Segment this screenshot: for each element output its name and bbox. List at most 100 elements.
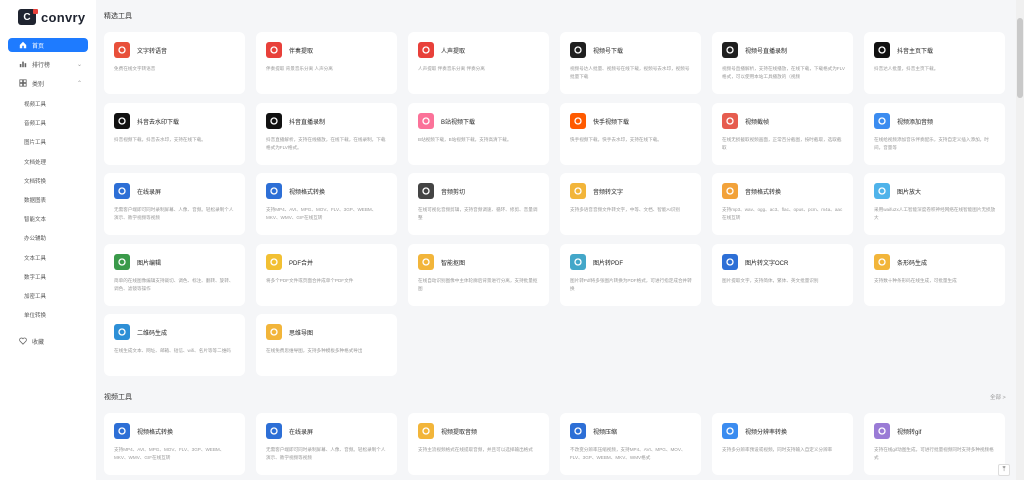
tool-card-description: 伴奏提取 背景音乐分离 人声分离 [266, 66, 333, 71]
ranking-icon [18, 60, 27, 69]
kuaishou-icon [570, 112, 586, 129]
nav-favorites-label: 收藏 [32, 339, 45, 346]
sidebar-subitem[interactable]: 数据图表 [24, 196, 46, 206]
tool-card-description: 将多个PDF文件或页面合并成单个PDF文件 [266, 277, 354, 283]
tool-card[interactable]: 在线录屏 无需客户端即可同时录制屏幕、人像、音频。轻松录制个人演示、教学视频等视频 [104, 173, 245, 235]
tool-card[interactable]: 音频转文字 支持多语音音频文件转文字，中等、文档、智能AI识别 [560, 173, 701, 235]
tool-card[interactable]: 图片放大 采用waifu2x人工智能深度卷积神经网络在线智能图片无损放大 [864, 173, 1005, 235]
tool-card[interactable]: 音频格式转换支持mp3、wav、ogg、ac3、flac、opus、pcm、m4… [712, 173, 853, 235]
chevron-up-icon: ⌃ [76, 80, 82, 87]
tool-card[interactable]: 抖音去水印下载抖音视频下载，抖音去水印，支持在线下载。 [104, 102, 245, 165]
tool-card[interactable]: 快手视频下载 快手视频下载，快手去水印，支持在线下载。 [560, 102, 701, 165]
tool-card[interactable]: 视频格式转换 支持MP4、AVI、MPG、MOV、FLV、3GP、WEBM、MKV… [104, 413, 245, 475]
bilibili-icon [418, 112, 434, 129]
tool-card[interactable]: 思维导图在线免费思维导图，支持多种模板多种格式导出 [256, 314, 397, 376]
tool-card-title: 音频转文字 [593, 190, 624, 196]
tool-card[interactable]: 在线录屏 无需客户端即可同时录制屏幕、人像、音频。轻松录制个人演示、教学视频等视频 [256, 413, 397, 475]
tool-card-description: 图片转Pdf将多张图片转换为PDF格式，可进行指定成合并转换 [570, 277, 692, 291]
tool-card[interactable]: 视频号直播录制 视频号直播解析，支持在线播放，在线下载，下载格式为FLV格式，可以… [712, 32, 853, 94]
gif-icon [874, 423, 890, 439]
section-title-featured: 精选工具 [104, 13, 132, 20]
sidebar-subitem[interactable]: 加密工具 [24, 292, 46, 302]
tool-card[interactable]: 人声提取 人声提取 伴奏音乐分离 伴奏分离 [408, 32, 549, 94]
sidebar-subitem[interactable]: 文档转换 [24, 177, 46, 187]
tool-card[interactable]: 图片转文字OCR 图片提取文字，支持简体，繁体、英文批量识别 [712, 243, 853, 306]
sidebar: C convry 首页 排行榜 ⌄ 类别 ⌃ 视频工具音频工具图片工具文档处理文… [0, 0, 96, 480]
tool-card[interactable]: 视频添加音频 在线给视频添加音乐伴奏配乐，支持自定义插入添加，时间，音量等 [864, 102, 1005, 165]
tool-card-description: 简单的在线图像编辑支持裁切、调色、标注、翻转、旋转、调色、滤镜等操作 [114, 277, 234, 291]
nav-category-label: 类别 [32, 81, 45, 88]
sidebar-subitem[interactable]: 文档处理 [24, 158, 46, 168]
nav-ranking[interactable]: 排行榜 ⌄ [8, 57, 88, 71]
tool-card-title: 视频压缩 [593, 430, 618, 436]
tool-card[interactable]: 智能抠图 在线自动识别图像中主体轮廓后背景进行分离，支持批量抠图 [408, 243, 549, 306]
tool-card[interactable]: 视频转gif 支持在线gif动图生成，可进行批量视频同时支持多种视频格式 [864, 413, 1005, 475]
tiktok-icon [266, 112, 282, 129]
sidebar-subitem[interactable]: 视频工具 [24, 100, 46, 110]
tool-card[interactable]: 抖音直播录制 抖音直播解析，支持在线播放，在线下载，在线录制，下载格式为FLV格式… [256, 102, 397, 165]
nav-ranking-label: 排行榜 [32, 62, 51, 69]
tool-card-description: 支持mp3、wav、ogg、ac3、flac、opus、pcm、m4a、aac在… [722, 207, 843, 220]
tool-card[interactable]: 图片转PDF 图片转Pdf将多张图片转换为PDF格式，可进行指定成合并转换 [560, 243, 701, 306]
tool-card-description: 支持MP4、AVI、MPG、MOV、FLV、3GP、WEBM、MKV、WMV、G… [266, 207, 377, 220]
tool-card[interactable]: 视频截帧 在线无损截取视频画面，正常百分截图，按时截取，选取截取 [712, 102, 853, 165]
video-compress-icon [570, 423, 586, 439]
tool-card-title: 思维导图 [289, 331, 314, 337]
tool-card[interactable]: 图片编辑 简单的在线图像编辑支持裁切、调色、标注、翻转、旋转、调色、滤镜等操作 [104, 243, 245, 306]
tool-card-description: 图片提取文字，支持简体，繁体、英文批量识别 [722, 277, 819, 283]
tool-card[interactable]: 伴奏提取 伴奏提取 背景音乐分离 人声分离 [256, 32, 397, 94]
tool-card[interactable]: 文字转语音 免费在线文字转语音 [104, 32, 245, 94]
sidebar-subitem[interactable]: 数字工具 [24, 273, 46, 283]
logo[interactable]: C convry [18, 8, 85, 26]
tool-card-description: 在线免费思维导图，支持多种模板多种格式导出 [266, 348, 363, 353]
tool-card[interactable]: 视频号下载 视频号达人批量、视频号在线下载，视频号去水印，视频号批量下载 [560, 32, 701, 94]
tool-card[interactable]: 二维码生成在线生成文本、网址、邮箱、短信、wifi、名片等等二维码 [104, 314, 245, 376]
tool-card-title: 视频分辨率转换 [745, 430, 788, 436]
scrollbar[interactable] [1016, 0, 1024, 480]
tool-card-title: 二维码生成 [137, 331, 168, 337]
tool-card[interactable]: 音频剪切 在线可视化音频剪辑，支持音频调速、循环、修剪、音量调整 [408, 173, 549, 235]
tool-card-title: 抖音去水印下载 [137, 119, 180, 126]
barcode-icon [874, 253, 890, 270]
nav-category[interactable]: 类别 ⌃ [8, 76, 88, 90]
nav-favorites[interactable]: 收藏 [8, 334, 88, 348]
channels-icon [570, 42, 586, 58]
tool-card-title: 图片转PDF [593, 260, 624, 267]
tool-card-title: 视频截帧 [745, 119, 770, 126]
tool-card-description: 抖音视频下载，抖音去水印，支持在线下载。 [114, 136, 206, 142]
tool-card[interactable]: PDF合并 将多个PDF文件或页面合并成单个PDF文件 [256, 243, 397, 306]
sidebar-subitem[interactable]: 文本工具 [24, 254, 46, 264]
tool-card-description: 免费在线文字转语音 [114, 66, 156, 71]
heart-icon [18, 337, 27, 346]
tool-card[interactable]: 视频提取音频支持主流视频格式在线提取音频，并且可以选择输出格式 [408, 413, 549, 475]
sidebar-subitem[interactable]: 办公辅助 [24, 234, 46, 244]
more-link[interactable]: 全部 > [990, 393, 1006, 401]
scrollbar-thumb[interactable] [1017, 18, 1023, 98]
tool-card-title: 在线录屏 [289, 430, 314, 436]
sidebar-subitem[interactable]: 图片工具 [24, 138, 46, 148]
tool-card-title: 条形码生成 [897, 260, 928, 267]
tool-card-title: 图片放大 [897, 190, 922, 196]
tool-card[interactable]: 抖音主页下载 抖音达人批量，抖音主页下载。 [864, 32, 1005, 94]
tool-card[interactable]: 视频压缩 不改变分辨率压缩视频，支持MP4、AVI、MPG、MOV、FLV、3GP… [560, 413, 701, 475]
sidebar-subitem[interactable]: 单位转换 [24, 311, 46, 321]
tool-card[interactable]: B站视频下载 B站视频下载，B站视频下载，支持高清下载。 [408, 102, 549, 165]
tool-card[interactable]: 视频格式转换 支持MP4、AVI、MPG、MOV、FLV、3GP、WEBM、MKV… [256, 173, 397, 235]
tool-card-title: 视频提取音频 [441, 430, 478, 436]
sidebar-subitem[interactable]: 智能文本 [24, 215, 46, 225]
tool-card-title: 视频添加音频 [897, 119, 934, 126]
tool-card-description: 支持MP4、AVI、MPG、MOV、FLV、3GP、WEBM、MKV、WMV、G… [114, 447, 225, 460]
tool-card-description: 在线生成文本、网址、邮箱、短信、wifi、名片等等二维码 [114, 348, 231, 353]
nav-home[interactable]: 首页 [8, 38, 88, 52]
tool-card[interactable]: 视频分辨率转换 支持多分辨率预设或视频，同时支持输入自定义分辨率 [712, 413, 853, 475]
nav-home-label: 首页 [32, 43, 45, 50]
tool-card-title: 音频格式转换 [745, 190, 782, 196]
back-to-top-button[interactable]: ⤒ [998, 464, 1010, 476]
home-icon [18, 41, 27, 50]
tool-card-description: 支持主流视频格式在线提取音频，并且可以选择输出格式 [418, 447, 533, 452]
sidebar-subitem[interactable]: 音频工具 [24, 119, 46, 129]
scissors-icon [418, 183, 434, 199]
tool-card-title: 视频转gif [897, 430, 922, 436]
tool-card-description: 无需客户端即可同时录制屏幕、人像、音频。轻松录制个人演示、教学视频等视频 [114, 207, 234, 220]
tool-card[interactable]: 条形码生成 支持数十种条形码在线生成，可批量生成 [864, 243, 1005, 306]
